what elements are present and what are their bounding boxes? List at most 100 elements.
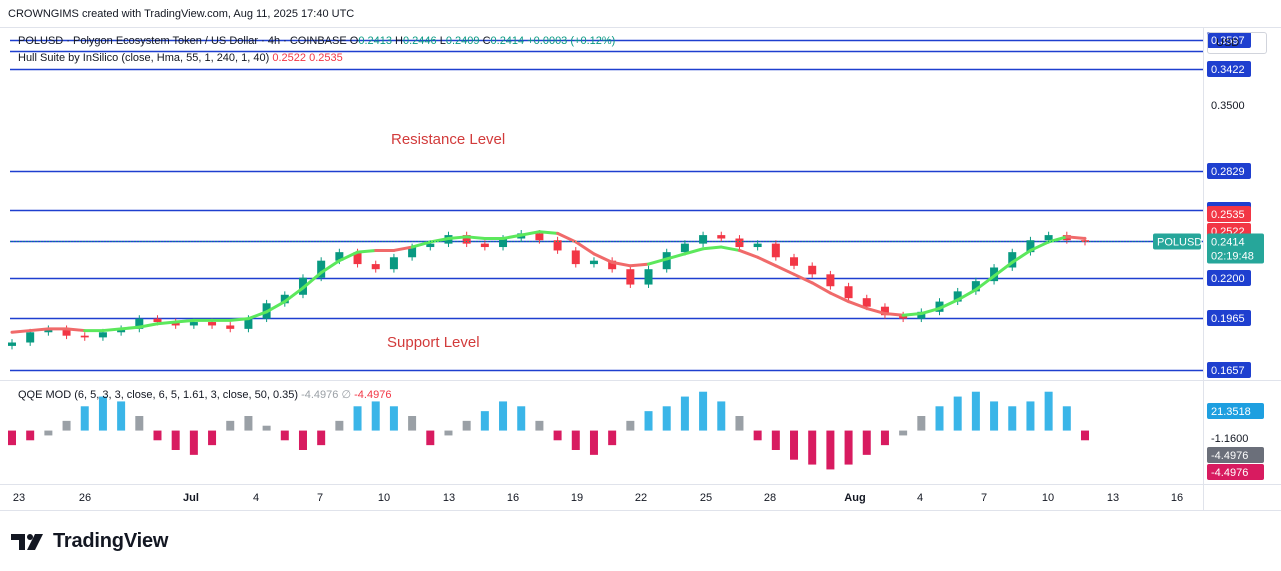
qqe-bar[interactable] (517, 406, 526, 431)
candle-body[interactable] (153, 318, 162, 323)
tradingview-logo[interactable]: TradingView (11, 530, 168, 553)
candle-body[interactable] (735, 238, 744, 248)
qqe-bar[interactable] (753, 430, 762, 441)
hull-segment[interactable] (883, 312, 905, 317)
hull-segment[interactable] (537, 230, 560, 235)
qqe-bar[interactable] (571, 430, 580, 450)
qqe-bar[interactable] (62, 420, 71, 431)
candle-body[interactable] (226, 325, 235, 329)
hull-segment[interactable] (228, 317, 250, 322)
qqe-bar[interactable] (917, 416, 926, 431)
qqe-bar[interactable] (1062, 406, 1071, 431)
hull-segment[interactable] (155, 320, 178, 326)
hull-segment[interactable] (1065, 235, 1087, 241)
qqe-bar[interactable] (389, 406, 398, 431)
qqe-bar[interactable] (262, 425, 271, 431)
qqe-bar[interactable] (153, 430, 162, 441)
hull-segment[interactable] (774, 264, 796, 276)
qqe-bar[interactable] (790, 430, 799, 460)
qqe-bar[interactable] (844, 430, 853, 465)
qqe-bar[interactable] (662, 406, 671, 431)
candle-body[interactable] (208, 322, 217, 326)
qqe-bar[interactable] (1026, 401, 1035, 431)
qqe-bar[interactable] (826, 430, 835, 470)
qqe-bar[interactable] (26, 430, 35, 441)
qqe-bar[interactable] (44, 430, 53, 436)
qqe-bar[interactable] (808, 430, 817, 465)
hull-indicator-name[interactable]: Hull Suite by InSilico (close, Hma, 55, … (18, 52, 269, 64)
candle-body[interactable] (844, 286, 853, 299)
qqe-bar[interactable] (535, 420, 544, 431)
candle-body[interactable] (535, 233, 544, 241)
qqe-bar[interactable] (1081, 430, 1089, 441)
qqe-bar[interactable] (1044, 391, 1053, 431)
candle-body[interactable] (753, 243, 762, 248)
hull-segment[interactable] (119, 325, 141, 331)
candle-body[interactable] (771, 243, 780, 258)
hull-segment[interactable] (356, 248, 378, 254)
qqe-indicator-name[interactable]: QQE MOD (6, 5, 3, 3, close, 6, 5, 1.61, … (18, 389, 298, 401)
hull-segment[interactable] (701, 245, 723, 251)
qqe-bar[interactable] (280, 430, 289, 441)
hull-segment[interactable] (10, 329, 32, 334)
hull-legend[interactable]: Hull Suite by InSilico (close, Hma, 55, … (18, 52, 343, 64)
qqe-bar[interactable] (244, 416, 253, 431)
candle-body[interactable] (371, 264, 380, 270)
qqe-bar[interactable] (80, 406, 89, 431)
candle-body[interactable] (80, 335, 89, 338)
candle-body[interactable] (189, 322, 198, 326)
qqe-bar[interactable] (317, 430, 326, 446)
qqe-bar[interactable] (189, 430, 198, 455)
candle-body[interactable] (26, 332, 35, 343)
hull-segment[interactable] (65, 327, 87, 333)
candle-body[interactable] (571, 250, 580, 265)
qqe-bar[interactable] (626, 420, 635, 431)
hull-segment[interactable] (901, 312, 923, 317)
qqe-bar[interactable] (880, 430, 889, 446)
candle-body[interactable] (98, 332, 107, 338)
qqe-bar[interactable] (298, 430, 307, 450)
candle-body[interactable] (699, 235, 708, 244)
qqe-bar[interactable] (353, 406, 362, 431)
candle-body[interactable] (717, 235, 726, 239)
hull-segment[interactable] (628, 262, 651, 268)
qqe-bar[interactable] (98, 396, 107, 431)
qqe-bar[interactable] (608, 430, 617, 446)
hull-segment[interactable] (465, 235, 487, 241)
candle-body[interactable] (8, 342, 16, 346)
qqe-legend[interactable]: QQE MOD (6, 5, 3, 3, close, 6, 5, 1.61, … (18, 388, 391, 401)
qqe-bar[interactable] (699, 391, 708, 431)
candle-body[interactable] (389, 257, 398, 270)
qqe-bar[interactable] (771, 430, 780, 450)
candle-body[interactable] (480, 243, 489, 248)
qqe-bar[interactable] (117, 401, 126, 431)
qqe-bar[interactable] (480, 411, 489, 431)
qqe-bar[interactable] (553, 430, 562, 441)
qqe-bar[interactable] (735, 416, 744, 431)
qqe-bar[interactable] (971, 391, 980, 431)
currency-selector[interactable]: USD (1207, 32, 1267, 54)
symbol-legend[interactable]: POLUSD · Polygon Ecosystem Token / US Do… (18, 35, 615, 47)
qqe-bar[interactable] (226, 420, 235, 431)
qqe-bar[interactable] (953, 396, 962, 431)
qqe-bar[interactable] (899, 430, 908, 436)
qqe-bar[interactable] (717, 401, 726, 431)
hull-segment[interactable] (28, 327, 50, 333)
candle-body[interactable] (680, 243, 689, 253)
candle-body[interactable] (644, 269, 653, 285)
qqe-bar[interactable] (589, 430, 598, 455)
qqe-bar[interactable] (990, 401, 999, 431)
candle-body[interactable] (826, 274, 835, 287)
hull-segment[interactable] (174, 318, 196, 324)
qqe-bar[interactable] (862, 430, 871, 455)
qqe-bar[interactable] (8, 430, 16, 446)
qqe-bar[interactable] (680, 396, 689, 431)
qqe-bar[interactable] (499, 401, 508, 431)
chart-canvas[interactable]: Resistance LevelSupport Level0.35970.342… (0, 0, 1281, 571)
qqe-bar[interactable] (408, 416, 417, 431)
candle-body[interactable] (790, 257, 799, 266)
qqe-bar[interactable] (444, 430, 453, 436)
qqe-bar[interactable] (171, 430, 180, 450)
hull-segment[interactable] (756, 255, 778, 268)
qqe-bar[interactable] (135, 416, 144, 431)
